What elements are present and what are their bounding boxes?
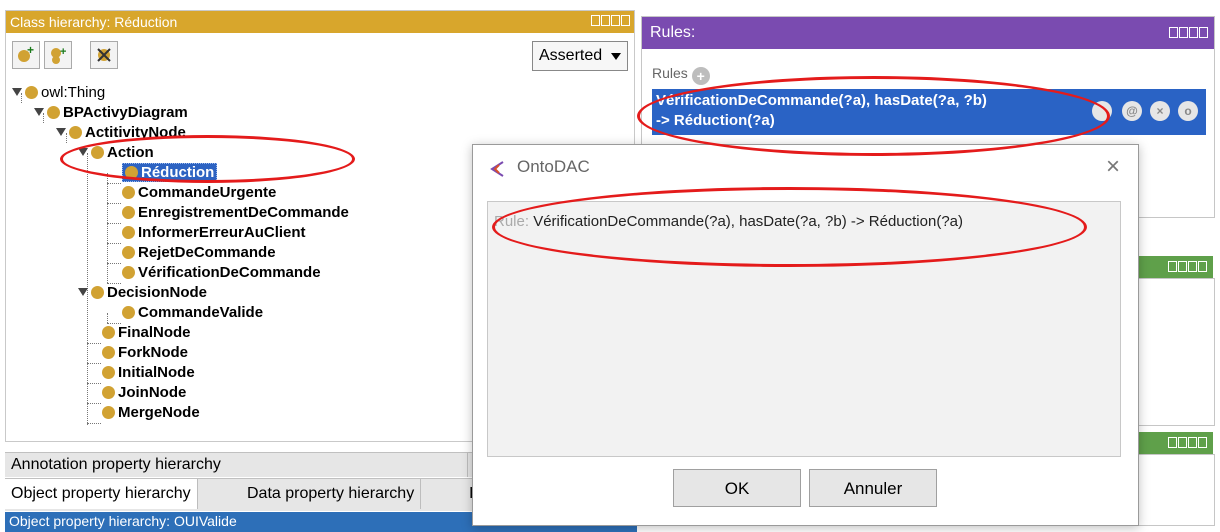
rules-titlebar: Rules: [642,17,1214,49]
dialog-title: OntoDAC [517,157,590,176]
class-icon [69,126,82,139]
side-panel-2 [1129,454,1215,526]
tree-item-informererreurauclient[interactable]: InformerErreurAuClient [122,223,306,243]
class-hierarchy-title: Class hierarchy: Réduction [10,14,178,30]
asserted-label: Asserted [539,47,603,64]
class-icon [122,246,135,259]
class-hierarchy-titlebar: Class hierarchy: Réduction [6,11,634,33]
asserted-dropdown[interactable]: Asserted [532,41,628,71]
tree-item-commandeurgente[interactable]: CommandeUrgente [122,183,276,203]
tree-item-joinnode[interactable]: JoinNode [102,383,186,403]
svg-text:+: + [27,45,34,57]
class-icon [25,86,38,99]
tree-item-action[interactable]: Action [78,143,154,163]
add-sibling-button[interactable]: + [44,41,72,69]
class-icon [122,206,135,219]
window-controls[interactable] [591,15,630,27]
window-controls[interactable] [1168,261,1207,273]
class-icon [91,146,104,159]
tree-item-mergenode[interactable]: MergeNode [102,403,200,423]
rule-line: Rule: VérificationDeCommande(?a), hasDat… [494,213,963,230]
add-rule-icon[interactable]: + [691,67,710,85]
tree-item-commandevalide[interactable]: CommandeValide [122,303,263,323]
protege-logo-icon [490,161,504,177]
rule-expression: VérificationDeCommande(?a), hasDate(?a, … [533,213,963,230]
expand-triangle-icon[interactable] [56,128,66,136]
class-icon [91,286,104,299]
class-icon [122,186,135,199]
green-panel-titlebar-1 [1129,256,1213,278]
rule-text-line2: -> Réduction(?a) [656,112,775,129]
class-icon [102,406,115,419]
describe-rule-icon[interactable]: o [1178,101,1198,121]
add-subclass-icon: + [18,45,34,62]
ontodac-dialog: OntoDAC × Rule: VérificationDeCommande(?… [472,144,1139,526]
rules-header: Rules + [652,65,710,85]
at-icon[interactable]: @ [1122,101,1142,121]
tree-item-verificationdecommande[interactable]: VérificationDeCommande [122,263,321,283]
class-icon [122,226,135,239]
chevron-down-icon [611,53,621,60]
tree-item-forknode[interactable]: ForkNode [102,343,188,363]
tree-item-rejetdecommande[interactable]: RejetDeCommande [122,243,276,263]
cancel-button[interactable]: Annuler [809,469,937,507]
add-sibling-icon: + [51,46,66,64]
tree-item-bpactivydiagram[interactable]: BPActivyDiagram [34,103,188,123]
class-icon [122,266,135,279]
class-icon [122,306,135,319]
tree-item-reduction[interactable]: Réduction [122,163,218,183]
window-controls[interactable] [1168,437,1207,449]
delete-class-button[interactable] [90,41,118,69]
class-icon [102,366,115,379]
class-icon [125,166,138,179]
rule-text-line1: VérificationDeCommande(?a), hasDate(?a, … [656,92,987,109]
ok-button[interactable]: OK [673,469,801,507]
add-subclass-button[interactable]: + [12,41,40,69]
rule-editor[interactable]: Rule: VérificationDeCommande(?a), hasDat… [487,201,1121,457]
rules-title: Rules: [650,24,696,41]
tab-annotation-property-hierarchy[interactable]: Annotation property hierarchy [5,453,468,477]
expand-triangle-icon[interactable] [78,288,88,296]
tree-item-enregistrementdecommande[interactable]: EnregistrementDeCommande [122,203,349,223]
class-icon [102,386,115,399]
svg-text:+: + [60,46,66,58]
expand-triangle-icon[interactable] [78,148,88,156]
annotate-rule-button[interactable] [1092,101,1112,121]
window-controls[interactable] [1169,27,1208,39]
class-icon [102,346,115,359]
rule-prefix: Rule: [494,213,530,230]
tree-item-owl-thing[interactable]: owl:Thing [12,83,105,103]
tab-data-property-hierarchy[interactable]: Data property hierarchy [241,479,422,509]
tab-object-property-hierarchy[interactable]: Object property hierarchy [5,479,198,509]
green-panel-titlebar-2 [1129,432,1213,454]
tree-item-finalnode[interactable]: FinalNode [102,323,191,343]
expand-triangle-icon[interactable] [34,108,44,116]
class-icon [102,326,115,339]
tree-item-actitivitynode[interactable]: ActitivityNode [56,123,186,143]
delete-rule-icon[interactable]: × [1150,101,1170,121]
expand-triangle-icon[interactable] [12,88,22,96]
delete-class-icon [97,48,111,62]
rule-row[interactable]: VérificationDeCommande(?a), hasDate(?a, … [652,89,1206,135]
close-icon[interactable]: × [1106,153,1120,181]
tree-item-decisionnode[interactable]: DecisionNode [78,283,207,303]
tree-item-initialnode[interactable]: InitialNode [102,363,195,383]
side-panel-1 [1129,278,1215,426]
class-icon [47,106,60,119]
